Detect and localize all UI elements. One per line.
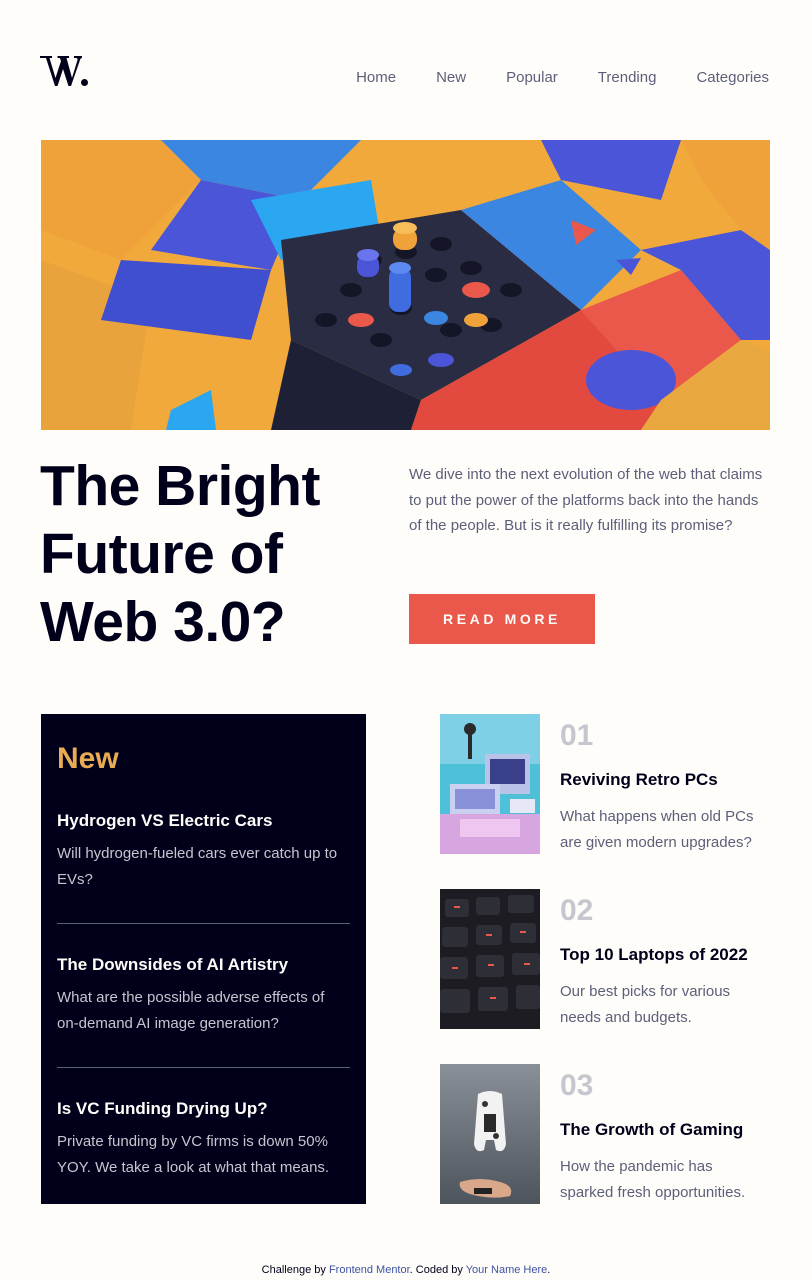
item-number: 03: [560, 1069, 594, 1102]
main-nav: Home New Popular Trending Categories: [316, 69, 769, 87]
nav-new[interactable]: New: [436, 69, 466, 87]
nav-categories[interactable]: Categories: [696, 69, 769, 87]
new-item: Is VC Funding Drying Up? Private funding…: [57, 1098, 350, 1181]
footer-attribution: Challenge by Frontend Mentor. Coded by Y…: [0, 1264, 812, 1276]
nav-home[interactable]: Home: [356, 69, 396, 87]
read-more-button[interactable]: READ MORE: [409, 594, 595, 644]
nav-trending[interactable]: Trending: [598, 69, 657, 87]
item-number: 01: [560, 719, 594, 752]
new-item-title[interactable]: Is VC Funding Drying Up?: [57, 1098, 350, 1120]
author-link[interactable]: Your Name Here: [466, 1264, 548, 1276]
numbered-item: 03 The Growth of Gaming How the pandemic…: [440, 1064, 770, 1204]
item-title[interactable]: Top 10 Laptops of 2022: [560, 944, 770, 966]
game-controller-image: [440, 1064, 540, 1204]
logo-mark-icon: [40, 56, 88, 86]
numbered-text: 01 Reviving Retro PCs What happens when …: [560, 714, 770, 856]
footer-middle: . Coded by: [409, 1264, 466, 1276]
retro-pcs-thumbnail[interactable]: [440, 714, 540, 854]
laptops-thumbnail[interactable]: [440, 889, 540, 1029]
item-desc: What happens when old PCs are given mode…: [560, 808, 754, 851]
new-item-title[interactable]: Hydrogen VS Electric Cars: [57, 810, 350, 832]
new-item-title[interactable]: The Downsides of AI Artistry: [57, 954, 350, 976]
numbered-text: 02 Top 10 Laptops of 2022 Our best picks…: [560, 889, 770, 1031]
laptop-keyboard-image: [440, 889, 540, 1029]
nav-popular[interactable]: Popular: [506, 69, 558, 87]
numbered-item: 01 Reviving Retro PCs What happens when …: [440, 714, 770, 854]
new-heading: New: [57, 742, 119, 775]
footer-suffix: .: [547, 1264, 551, 1276]
numbered-text: 03 The Growth of Gaming How the pandemic…: [560, 1064, 770, 1206]
hero-image: [41, 140, 770, 430]
new-divider: [57, 1067, 350, 1068]
new-divider: [57, 923, 350, 924]
numbered-item: 02 Top 10 Laptops of 2022 Our best picks…: [440, 889, 770, 1029]
site-logo[interactable]: [40, 55, 88, 87]
item-number: 02: [560, 894, 594, 927]
retro-pcs-image: [440, 714, 540, 854]
new-item: The Downsides of AI Artistry What are th…: [57, 954, 350, 1037]
footer-prefix: Challenge by: [261, 1264, 329, 1276]
new-item-desc: Private funding by VC firms is down 50% …: [57, 1133, 330, 1176]
new-item: Hydrogen VS Electric Cars Will hydrogen-…: [57, 810, 350, 893]
new-item-desc: What are the possible adverse effects of…: [57, 989, 325, 1032]
hero-blocks-illustration: [41, 140, 770, 430]
item-desc: Our best picks for various needs and bud…: [560, 983, 731, 1026]
frontend-mentor-link[interactable]: Frontend Mentor: [329, 1264, 410, 1276]
gaming-thumbnail[interactable]: [440, 1064, 540, 1204]
item-title[interactable]: The Growth of Gaming: [560, 1119, 770, 1141]
hero-title: The Bright Future of Web 3.0?: [40, 454, 320, 654]
new-panel: New Hydrogen VS Electric Cars Will hydro…: [41, 714, 366, 1204]
item-desc: How the pandemic has sparked fresh oppor…: [560, 1158, 746, 1201]
hero-description: We dive into the next evolution of the w…: [409, 466, 763, 535]
item-title[interactable]: Reviving Retro PCs: [560, 769, 770, 791]
new-item-desc: Will hydrogen-fueled cars ever catch up …: [57, 845, 338, 888]
